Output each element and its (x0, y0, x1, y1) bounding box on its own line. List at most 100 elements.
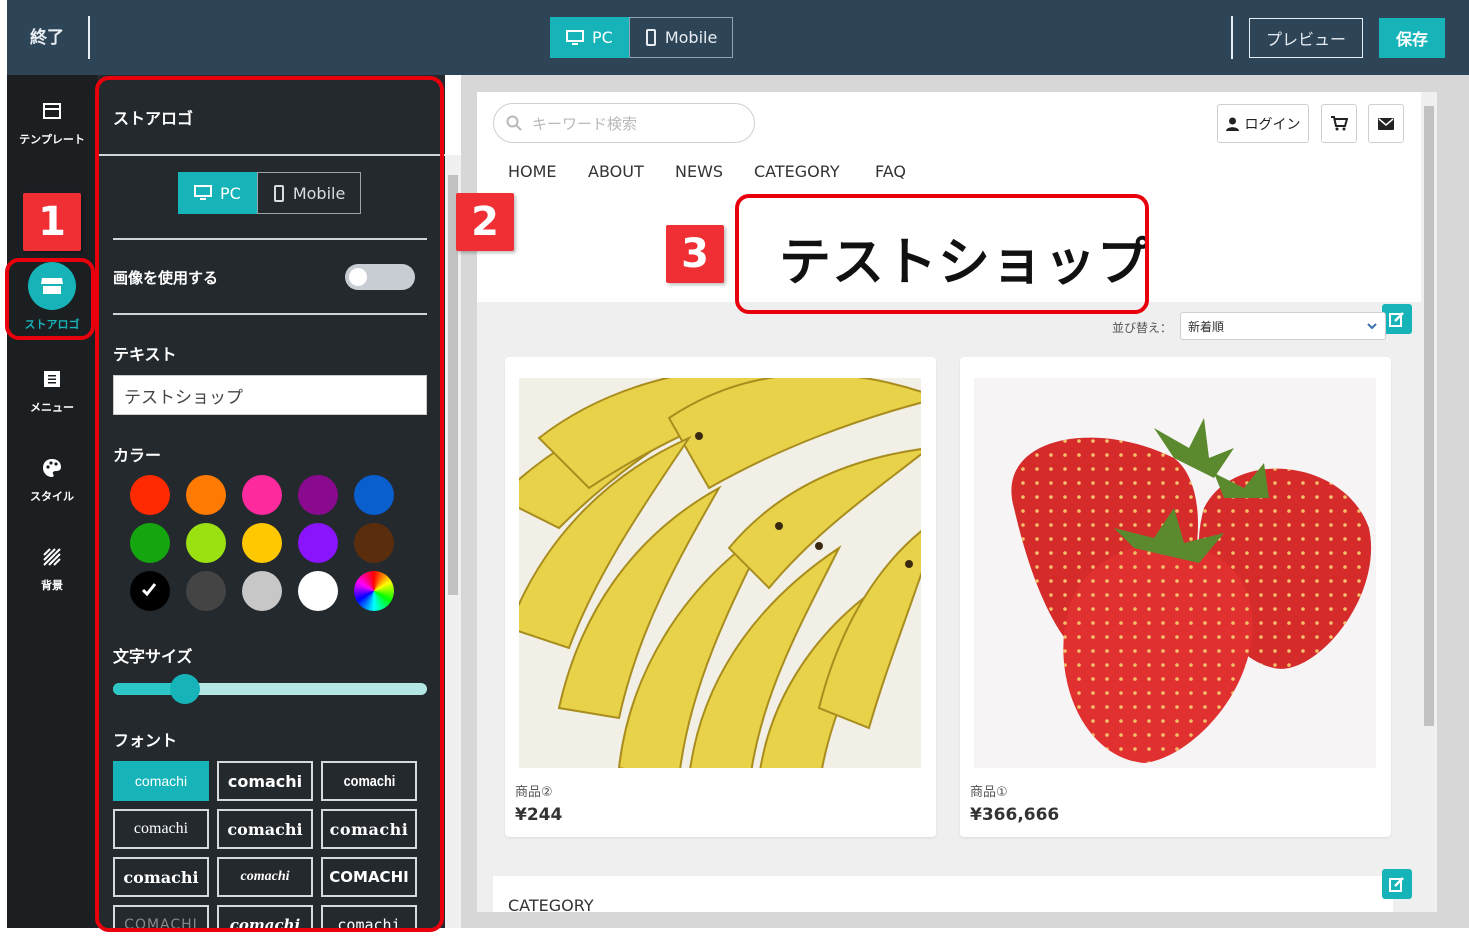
color-swatch[interactable] (354, 523, 394, 563)
font-option[interactable]: comachi (321, 809, 417, 849)
sort-value: 新着順 (1188, 319, 1225, 334)
desktop-icon (194, 185, 212, 200)
store-icon (28, 262, 76, 310)
color-swatch[interactable] (186, 475, 226, 515)
font-option-label: comachi (123, 867, 199, 887)
mail-button[interactable] (1368, 104, 1404, 143)
font-option[interactable]: comachi (113, 809, 209, 849)
font-option-label: comachi (227, 819, 303, 839)
rail-label-template: テンプレート (19, 133, 85, 146)
menu-icon (42, 369, 62, 389)
color-swatch[interactable] (130, 523, 170, 563)
edit-header-button[interactable] (1382, 304, 1412, 334)
font-option-label: comachi (240, 869, 290, 884)
chevron-down-icon (1367, 323, 1377, 330)
sort-label: 並び替え： (1112, 321, 1173, 335)
font-option[interactable]: comachi (217, 857, 313, 897)
product-card[interactable]: 商品① ¥366,666 (960, 357, 1391, 837)
panel-scrollbar[interactable] (445, 155, 461, 928)
use-image-toggle[interactable] (345, 264, 415, 290)
font-option[interactable]: comachi (217, 905, 313, 928)
font-option[interactable]: comachi (321, 761, 417, 801)
store-header: キーワード検索 ログイン HOME ABOUT NEWS CATEGORY FA… (477, 92, 1421, 302)
annotation-number-1: 1 (23, 193, 81, 251)
cart-button[interactable] (1321, 104, 1357, 143)
edit-category-button[interactable] (1382, 869, 1412, 899)
panel-pc-button[interactable]: PC (178, 172, 257, 214)
font-option-label: comachi (337, 916, 401, 928)
preview-scrollbar[interactable] (1421, 92, 1437, 912)
rail-label-store-logo: ストアロゴ (24, 318, 80, 331)
nav-news[interactable]: NEWS (675, 162, 723, 181)
font-option[interactable]: COMACHI (113, 905, 209, 928)
font-option[interactable]: comachi (321, 905, 417, 928)
text-label: テキスト (113, 345, 177, 364)
slider-handle[interactable] (170, 674, 201, 704)
category-title: CATEGORY (508, 896, 594, 912)
toggle-knob (349, 268, 367, 286)
nav-category[interactable]: CATEGORY (754, 162, 840, 181)
color-swatch[interactable] (242, 475, 282, 515)
font-option-label: COMACHI (124, 917, 198, 928)
font-option-label: comachi (229, 916, 301, 928)
logo-text-input[interactable] (113, 375, 427, 415)
mobile-label: Mobile (664, 28, 718, 47)
preview-button[interactable]: プレビュー (1249, 18, 1363, 58)
rail-item-menu[interactable]: メニュー (7, 369, 97, 415)
user-icon (1225, 117, 1239, 131)
product-price: ¥366,666 (970, 805, 1060, 825)
login-button[interactable]: ログイン (1217, 104, 1309, 143)
pc-view-button[interactable]: PC (550, 17, 629, 58)
font-option-label: COMACHI (329, 868, 409, 886)
font-option-label: comachi (329, 819, 409, 839)
use-image-label: 画像を使用する (113, 269, 219, 287)
cart-icon (1330, 116, 1348, 131)
top-bar: 終了 PC Mobile プレビュー 保存 (7, 0, 1469, 75)
divider (113, 238, 427, 240)
font-option-label: comachi (343, 772, 395, 790)
rail-item-template[interactable]: テンプレート (7, 101, 97, 147)
font-size-slider[interactable] (113, 674, 427, 704)
store-preview: キーワード検索 ログイン HOME ABOUT NEWS CATEGORY FA… (477, 92, 1421, 912)
color-swatch[interactable] (298, 523, 338, 563)
product-card[interactable]: 商品② ¥244 (505, 357, 936, 837)
rail-label-style: スタイル (30, 490, 74, 503)
font-option[interactable]: comachi (217, 761, 313, 801)
font-option[interactable]: comachi (113, 761, 209, 801)
product-name: 商品① (970, 785, 1008, 800)
search-input[interactable]: キーワード検索 (493, 103, 755, 143)
background-icon (42, 547, 62, 567)
nav-faq[interactable]: FAQ (875, 162, 906, 181)
annotation-number-3: 3 (666, 225, 724, 283)
save-button[interactable]: 保存 (1379, 18, 1445, 58)
color-swatch[interactable] (242, 571, 282, 611)
store-logo-text[interactable]: テストショップ (779, 220, 1150, 295)
exit-button[interactable]: 終了 (21, 22, 73, 54)
font-option[interactable]: comachi (217, 809, 313, 849)
mobile-view-button[interactable]: Mobile (628, 17, 734, 58)
rail-item-background[interactable]: 背景 (7, 547, 97, 593)
font-option[interactable]: comachi (113, 857, 209, 897)
color-swatch[interactable] (186, 523, 226, 563)
template-icon (42, 101, 62, 121)
color-swatch[interactable] (298, 571, 338, 611)
color-swatch[interactable] (130, 571, 170, 611)
color-swatch[interactable] (354, 571, 394, 611)
font-option[interactable]: COMACHI (321, 857, 417, 897)
nav-home[interactable]: HOME (508, 162, 557, 181)
scroll-thumb[interactable] (1424, 106, 1434, 726)
color-swatch[interactable] (242, 523, 282, 563)
color-swatch[interactable] (298, 475, 338, 515)
rail-item-store-logo[interactable]: ストアロゴ (7, 262, 97, 332)
color-swatch[interactable] (130, 475, 170, 515)
color-swatch[interactable] (354, 475, 394, 515)
font-label: フォント (113, 731, 178, 750)
nav-about[interactable]: ABOUT (588, 162, 644, 181)
divider (113, 313, 427, 315)
sort-select[interactable]: 新着順 (1180, 312, 1386, 340)
rail-label-menu: メニュー (30, 401, 74, 414)
panel-mobile-button[interactable]: Mobile (256, 172, 362, 214)
color-swatch[interactable] (186, 571, 226, 611)
rail-item-style[interactable]: スタイル (7, 458, 97, 504)
product-price: ¥244 (515, 805, 563, 825)
